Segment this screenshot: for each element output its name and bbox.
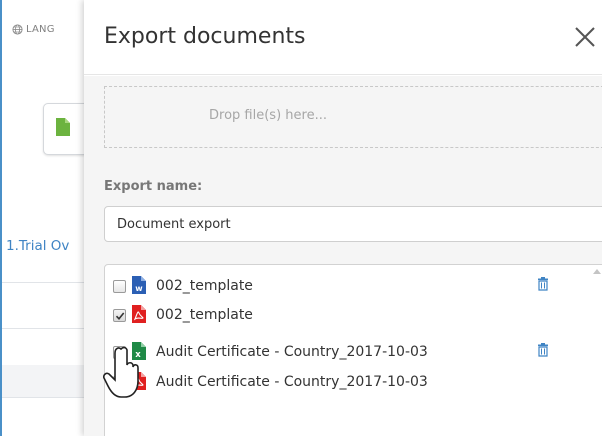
- globe-icon: [12, 24, 23, 35]
- trash-icon[interactable]: [537, 343, 549, 357]
- checkmark-icon: [115, 379, 125, 388]
- file-name: 002_template: [156, 278, 253, 294]
- file-checkbox[interactable]: [113, 309, 126, 322]
- file-name: 002_template: [156, 307, 253, 323]
- row-divider: [2, 397, 86, 398]
- file-row: Audit Certificate - Country_2017-10-03: [105, 371, 602, 395]
- dialog-title: Export documents: [104, 24, 306, 49]
- file-card[interactable]: [43, 103, 89, 155]
- svg-text:x: x: [135, 350, 141, 360]
- file-row: 002_template: [105, 304, 602, 328]
- dialog-header: Export documents: [84, 0, 602, 75]
- checkmark-icon: [115, 312, 125, 321]
- file-name: Audit Certificate - Country_2017-10-03: [156, 374, 428, 390]
- file-name: Audit Certificate - Country_2017-10-03: [156, 344, 428, 360]
- background-page: LANG 1.Trial Ov: [0, 0, 89, 436]
- trial-overview-link[interactable]: 1.Trial Ov: [6, 238, 69, 254]
- pdf-icon: [132, 372, 146, 390]
- dialog-body: Drop file(s) here... Export name: w 002_…: [84, 76, 602, 436]
- export-name-input[interactable]: [104, 206, 602, 242]
- table-row-shaded: [2, 365, 86, 397]
- word-icon: w: [132, 276, 146, 294]
- file-list: w 002_template 002_template x Audit Cert…: [104, 264, 602, 436]
- excel-icon: x: [132, 342, 146, 360]
- language-selector[interactable]: LANG: [12, 24, 55, 35]
- file-row: w 002_template: [105, 275, 602, 299]
- file-checkbox[interactable]: [113, 376, 126, 389]
- file-checkbox[interactable]: [113, 280, 126, 293]
- row-divider: [2, 282, 86, 283]
- file-row: x Audit Certificate - Country_2017-10-03: [105, 341, 602, 365]
- scroll-up-arrow-icon[interactable]: [592, 266, 602, 276]
- row-divider: [2, 328, 86, 329]
- close-icon[interactable]: [572, 24, 598, 50]
- export-name-label: Export name:: [104, 179, 203, 194]
- document-icon: [56, 118, 70, 136]
- pdf-icon: [132, 305, 146, 323]
- dropzone-text: Drop file(s) here...: [209, 108, 327, 123]
- language-label: LANG: [26, 24, 55, 35]
- trash-icon[interactable]: [537, 277, 549, 291]
- file-dropzone[interactable]: Drop file(s) here...: [104, 86, 602, 148]
- export-documents-dialog: Export documents Drop file(s) here... Ex…: [84, 0, 602, 436]
- svg-text:w: w: [135, 284, 143, 293]
- screen: LANG 1.Trial Ov Export documents Drop fi…: [0, 0, 602, 436]
- file-checkbox[interactable]: [113, 346, 126, 359]
